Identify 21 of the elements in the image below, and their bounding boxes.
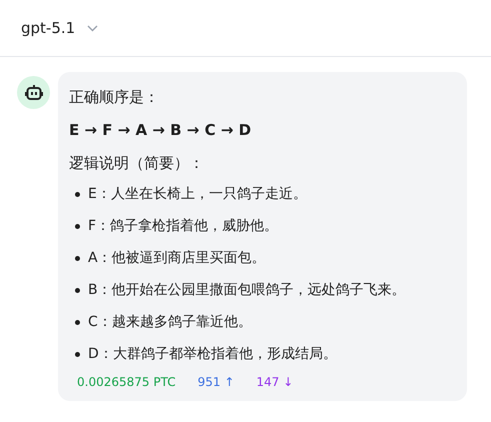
bullet-icon [75,288,80,292]
bullet-icon [75,352,80,356]
bot-avatar-icon [17,76,50,109]
bullet-icon [75,320,80,324]
bullet-icon [75,256,80,260]
cost-label: 0.00265875 PTC [77,374,176,391]
message-text: 正确顺序是： [69,87,160,108]
sequence-text: E → F → A → B → C → D [69,120,252,141]
list-item-text: B：他开始在公园里撒面包喂鸽子，远处鸽子飞来。 [88,281,406,300]
model-name: gpt-5.1 [21,18,76,39]
list-item-text: A：他被逼到商店里买面包。 [88,249,266,268]
chevron-down-icon[interactable] [87,24,98,32]
list-item-text: D：大群鸽子都举枪指着他，形成结局。 [88,345,337,364]
list-item-text: E：人坐在长椅上，一只鸽子走近。 [88,185,307,204]
output-tokens-label: 147 ↓ [256,374,294,391]
list-item-text: F：鸽子拿枪指着他，威胁他。 [88,217,278,236]
bullet-icon [75,224,80,228]
input-tokens-label: 951 ↑ [198,374,234,391]
list-item-text: C：越来越多鸽子靠近他。 [88,313,252,332]
message-text: 逻辑说明（简要）： [69,153,205,174]
bullet-icon [75,192,80,196]
